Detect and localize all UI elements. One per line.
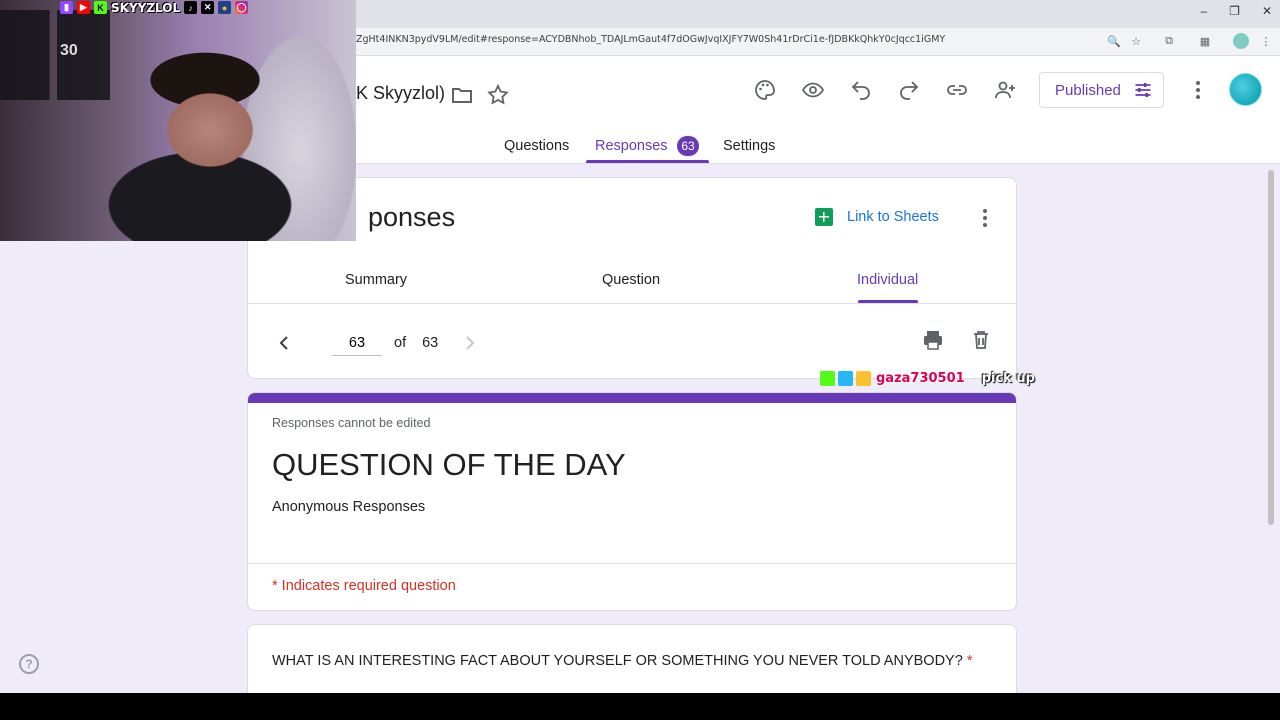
window-controls: – ❐ ✕: [1200, 4, 1272, 18]
required-asterisk: *: [966, 653, 973, 669]
url-text[interactable]: ZgHt4INKN3pydV9LM/edit#response=ACYDBNho…: [356, 34, 1096, 45]
bottom-black-bar: [0, 693, 1280, 720]
kick-icon: K: [94, 1, 107, 14]
responses-title: ponses: [368, 202, 456, 232]
browser-menu-icon[interactable]: ⋮: [1258, 33, 1274, 49]
chat-username: gaza730501: [876, 371, 965, 386]
tab-search-icon[interactable]: ▦: [1197, 33, 1213, 49]
sheets-icon: [815, 208, 833, 226]
page-scrollbar[interactable]: [1268, 170, 1274, 525]
minimize-icon[interactable]: –: [1200, 4, 1207, 18]
chat-text: pick up: [981, 371, 1035, 386]
link-icon[interactable]: [945, 78, 969, 102]
palette-icon[interactable]: [753, 78, 777, 102]
restore-icon[interactable]: ❐: [1229, 4, 1240, 18]
crown-badge-icon: [856, 371, 871, 386]
twitch-icon: ▮: [60, 1, 73, 14]
sliders-icon: [1135, 82, 1151, 98]
undo-icon[interactable]: [849, 78, 873, 102]
hanging-jerseys: [0, 10, 110, 100]
required-question-note: * Indicates required question: [272, 578, 456, 594]
published-button[interactable]: Published: [1039, 72, 1164, 108]
link-to-sheets-button[interactable]: Link to Sheets: [815, 208, 939, 226]
response-number-input[interactable]: [332, 330, 382, 356]
more-vert-icon[interactable]: [1186, 78, 1210, 102]
add-collaborator-icon[interactable]: [993, 78, 1017, 102]
accent-bar: [248, 393, 1016, 403]
zoom-icon[interactable]: 🔍: [1106, 33, 1122, 49]
chevron-left-icon[interactable]: [272, 331, 296, 355]
streamer-webcam: 30 ▮ ▶ K SKYYZLOL ♪ ✕ ● ◯: [0, 0, 356, 241]
form-title: QUESTION OF THE DAY: [272, 447, 626, 482]
help-icon[interactable]: ?: [19, 654, 39, 674]
bookmark-star-icon[interactable]: ☆: [1128, 33, 1144, 49]
form-title-card: Responses cannot be edited QUESTION OF T…: [247, 392, 1017, 611]
responses-card: ponses Link to Sheets Summary Question I…: [247, 177, 1017, 379]
link-to-sheets-label: Link to Sheets: [847, 209, 939, 225]
warriors-logo-icon: ●: [218, 1, 232, 14]
divider: [248, 563, 1016, 564]
jersey-number: 30: [60, 42, 78, 59]
instagram-icon: ◯: [235, 1, 249, 14]
active-tab-indicator: [586, 160, 709, 163]
cube-badge-icon: [838, 371, 853, 386]
chevron-right-icon[interactable]: [458, 331, 482, 355]
socials-bar: ▮ ▶ K SKYYZLOL ♪ ✕ ● ◯: [60, 0, 249, 15]
pager-of-label: of: [394, 335, 407, 351]
more-vert-icon[interactable]: [973, 206, 997, 230]
x-icon: ✕: [201, 1, 215, 14]
question-text: WHAT IS AN INTERESTING FACT ABOUT YOURSE…: [272, 653, 963, 669]
published-label: Published: [1055, 81, 1121, 99]
social-handle: SKYYZLOL: [111, 0, 181, 15]
youtube-icon: ▶: [77, 1, 90, 14]
pager-total: 63: [422, 335, 439, 351]
tab-question[interactable]: Question: [602, 272, 660, 288]
close-icon[interactable]: ✕: [1262, 4, 1272, 18]
redo-icon[interactable]: [897, 78, 921, 102]
account-avatar[interactable]: [1229, 73, 1262, 106]
question-card: WHAT IS AN INTERESTING FACT ABOUT YOURSE…: [247, 624, 1017, 704]
form-description: Anonymous Responses: [272, 499, 426, 515]
star-icon[interactable]: [486, 83, 510, 107]
tiktok-icon: ♪: [184, 1, 198, 14]
responses-not-editable-notice: Responses cannot be edited: [272, 416, 431, 430]
question-title: WHAT IS AN INTERESTING FACT ABOUT YOURSE…: [272, 653, 972, 669]
tab-summary[interactable]: Summary: [345, 272, 407, 288]
document-title[interactable]: K Skyyzlol): [356, 83, 445, 104]
delete-trash-icon[interactable]: [969, 328, 993, 352]
tab-individual[interactable]: Individual: [857, 272, 918, 288]
kick-badge-icon: [820, 371, 835, 386]
tab-responses[interactable]: Responses: [595, 138, 668, 154]
print-icon[interactable]: [921, 328, 945, 352]
divider: [248, 303, 1016, 304]
folder-icon[interactable]: [450, 83, 474, 107]
tab-settings[interactable]: Settings: [723, 138, 775, 154]
response-pager: of 63: [272, 330, 482, 356]
preview-eye-icon[interactable]: [801, 78, 825, 102]
tab-questions[interactable]: Questions: [504, 138, 569, 154]
responses-count-badge: 63: [677, 136, 699, 156]
extensions-icon[interactable]: ⧉: [1161, 33, 1177, 49]
profile-icon[interactable]: [1233, 33, 1249, 49]
chat-message: gaza730501 pick up: [820, 371, 1035, 386]
